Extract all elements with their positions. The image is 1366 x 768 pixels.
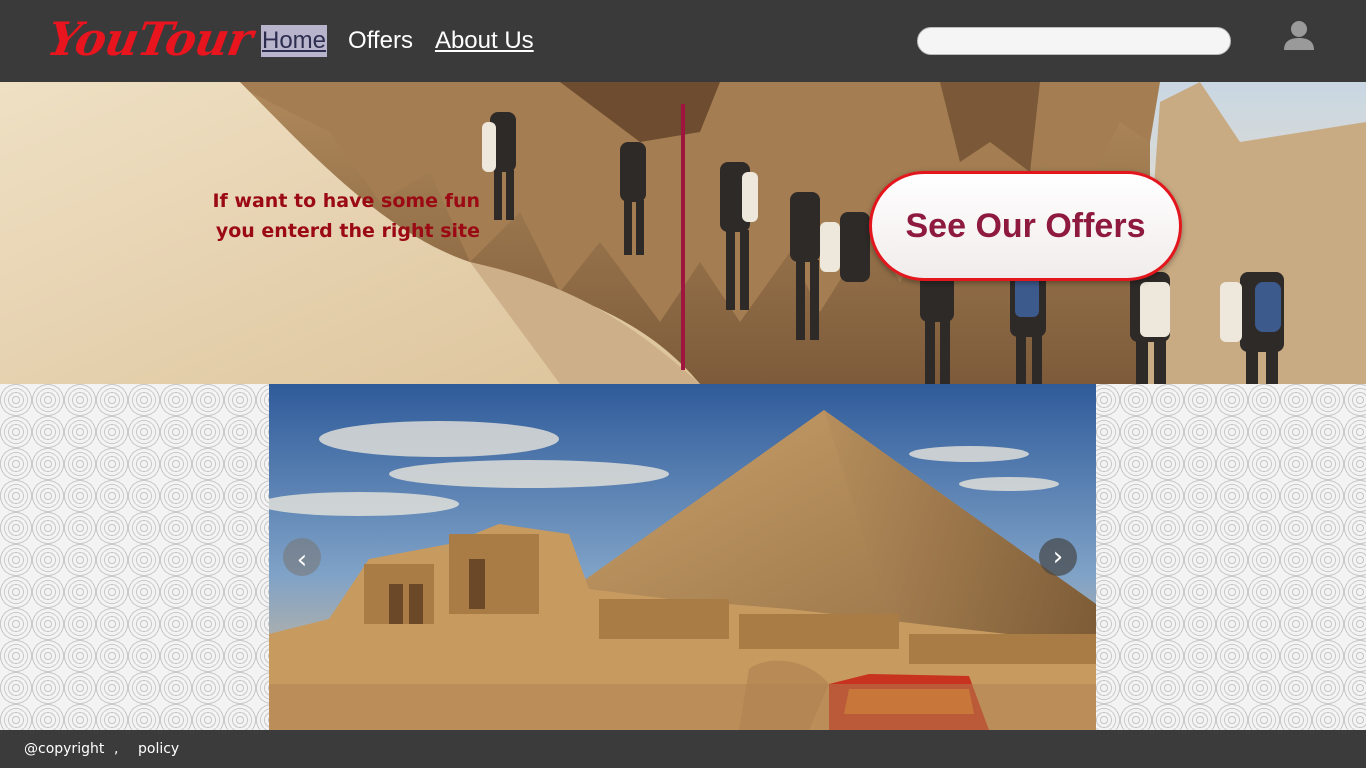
pyramid-slide-image: [269, 384, 1096, 730]
header: YouTour Home Offers About Us: [0, 0, 1366, 82]
hero-tagline: If want to have some fun you enterd the …: [198, 186, 480, 246]
slider-prev-button[interactable]: ‹: [283, 538, 321, 576]
hero-tagline-line2: you enterd the right site: [215, 220, 480, 242]
hero-tagline-line1: If want to have some fun: [212, 190, 480, 212]
image-slider: ‹ ›: [269, 384, 1096, 730]
policy-link[interactable]: policy: [138, 741, 179, 757]
nav-offers[interactable]: Offers: [347, 25, 414, 57]
footer: @copyright , policy: [0, 730, 1366, 768]
footer-separator: ,: [114, 741, 119, 757]
site-logo[interactable]: YouTour: [42, 4, 258, 74]
main-nav: Home Offers About Us: [261, 24, 555, 58]
hero-divider: [681, 104, 685, 370]
see-our-offers-button[interactable]: See Our Offers: [869, 171, 1182, 281]
hero-banner: If want to have some fun you enterd the …: [0, 82, 1366, 384]
search-input[interactable]: [917, 27, 1231, 55]
nav-about-us[interactable]: About Us: [434, 25, 535, 57]
main-content: ‹ ›: [0, 384, 1366, 730]
nav-home[interactable]: Home: [261, 25, 328, 57]
user-avatar-icon[interactable]: [1282, 18, 1316, 52]
slider-next-button[interactable]: ›: [1039, 538, 1077, 576]
copyright-text: @copyright: [24, 741, 105, 757]
